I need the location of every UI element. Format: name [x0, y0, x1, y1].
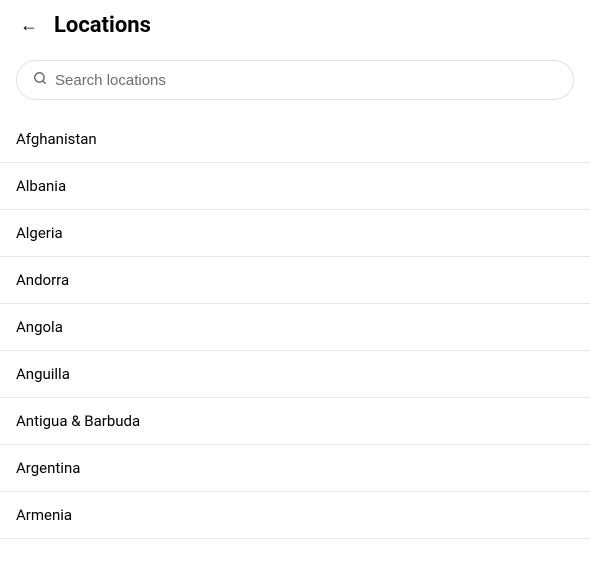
header: ← Locations — [0, 0, 590, 50]
main-content[interactable]: ← Locations AfghanistanAlbaniaAlgeriaAnd… — [0, 0, 590, 583]
search-input[interactable] — [55, 72, 557, 89]
list-item[interactable]: Argentina — [0, 445, 590, 492]
search-bar[interactable] — [16, 60, 574, 100]
list-item[interactable]: Algeria — [0, 210, 590, 257]
list-item[interactable]: Anguilla — [0, 351, 590, 398]
list-item[interactable]: Antigua & Barbuda — [0, 398, 590, 445]
search-icon — [33, 71, 47, 89]
list-item[interactable]: Armenia — [0, 492, 590, 539]
search-container — [0, 50, 590, 116]
back-button[interactable]: ← — [16, 11, 42, 40]
list-item[interactable]: Afghanistan — [0, 116, 590, 163]
list-item[interactable]: Albania — [0, 163, 590, 210]
list-item[interactable]: Angola — [0, 304, 590, 351]
list-item[interactable]: Andorra — [0, 257, 590, 304]
location-list: AfghanistanAlbaniaAlgeriaAndorraAngolaAn… — [0, 116, 590, 539]
page-title: Locations — [54, 13, 151, 38]
page-container: ← Locations AfghanistanAlbaniaAlgeriaAnd… — [0, 0, 590, 583]
back-arrow-icon: ← — [20, 15, 38, 36]
